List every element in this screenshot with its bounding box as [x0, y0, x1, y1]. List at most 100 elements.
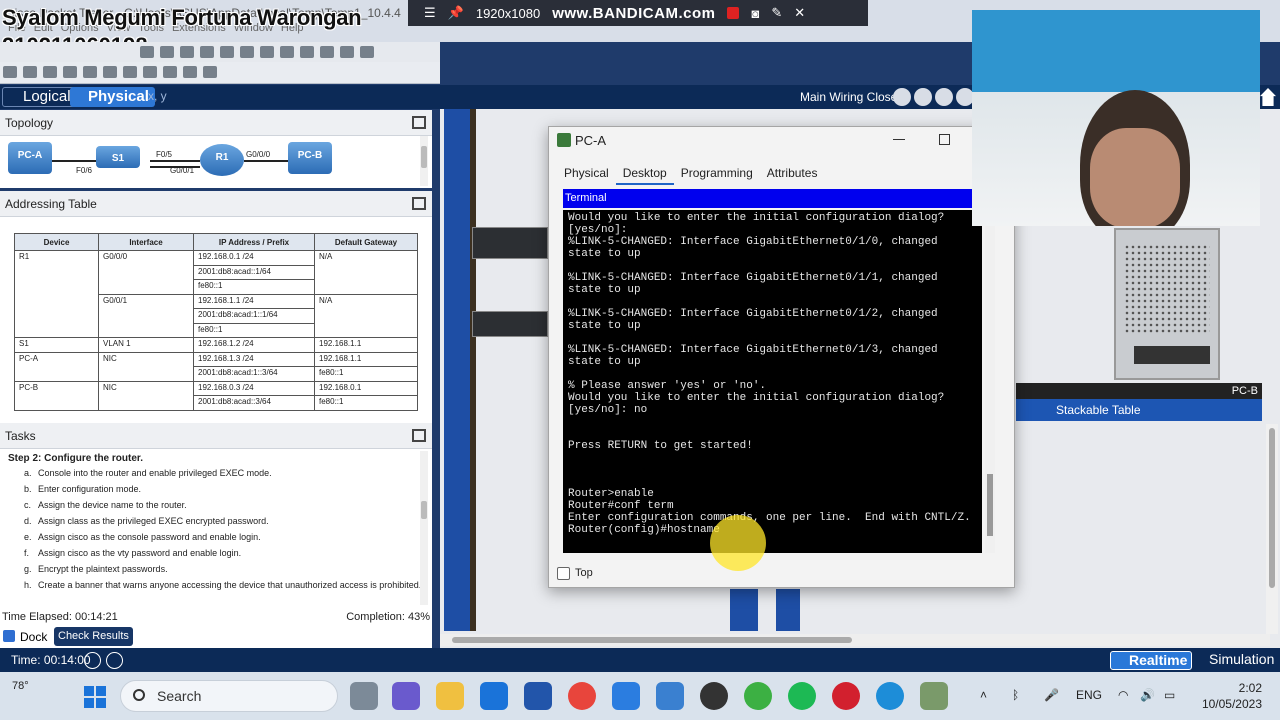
bluetooth-icon[interactable]: ᛒ: [1012, 688, 1019, 702]
topology-header: Topology: [0, 110, 432, 136]
terminal-output[interactable]: Would you like to enter the initial conf…: [563, 210, 982, 553]
tab-logical[interactable]: Logical: [2, 87, 78, 107]
dock-checkbox[interactable]: [3, 630, 15, 642]
note-icon[interactable]: [83, 66, 97, 78]
simulation-button[interactable]: Simulation: [1193, 651, 1274, 670]
recorder-icon[interactable]: [744, 682, 772, 710]
tab-programming[interactable]: Programming: [674, 163, 760, 185]
mail-icon[interactable]: [480, 682, 508, 710]
redo-icon[interactable]: [240, 46, 254, 58]
task-text: Assign class as the privileged EXEC encr…: [38, 516, 269, 526]
check-results-button[interactable]: Check Results: [54, 627, 133, 646]
powerautomate-icon[interactable]: [524, 682, 552, 710]
top-checkbox[interactable]: [557, 567, 570, 580]
delete-icon[interactable]: [43, 66, 57, 78]
tab-desktop[interactable]: Desktop: [615, 163, 674, 185]
zoom-reset-icon[interactable]: [280, 46, 294, 58]
close-icon[interactable]: ✕: [794, 5, 805, 21]
task-text: Assign cisco as the vty password and ena…: [38, 548, 242, 558]
undo-icon[interactable]: [220, 46, 234, 58]
canvas-vertical-scrollbar[interactable]: [1266, 424, 1278, 634]
tab-physical[interactable]: Physical: [70, 87, 155, 107]
view-icon[interactable]: [360, 46, 374, 58]
search-label: Search: [157, 688, 202, 704]
router-r1-rack[interactable]: [472, 227, 548, 259]
stackable-table[interactable]: Stackable Table: [1016, 399, 1262, 421]
stop-record-icon[interactable]: [727, 7, 740, 19]
undock-icon[interactable]: [412, 197, 426, 210]
terminal-line: Would you like to enter the initial conf…: [568, 212, 945, 224]
freeform-icon[interactable]: [163, 66, 177, 78]
palette-icon[interactable]: [320, 46, 334, 58]
opera-icon[interactable]: [832, 682, 860, 710]
resize-icon[interactable]: [63, 66, 77, 78]
activity-wizard-icon[interactable]: [160, 46, 174, 58]
task-view-icon[interactable]: [350, 682, 378, 710]
switch-s1-rack[interactable]: [472, 311, 548, 337]
line-icon[interactable]: [103, 66, 117, 78]
start-icon[interactable]: [84, 686, 106, 708]
spotify-icon[interactable]: [788, 682, 816, 710]
vscode-icon[interactable]: [612, 682, 640, 710]
add-pdu-icon[interactable]: [183, 66, 197, 78]
undock-icon[interactable]: [412, 116, 426, 129]
inspect-icon[interactable]: [23, 66, 37, 78]
taskbar-search[interactable]: Search: [120, 680, 338, 712]
ellipse-icon[interactable]: [143, 66, 157, 78]
maximize-button[interactable]: [939, 134, 950, 145]
copy-icon[interactable]: [180, 46, 194, 58]
tasks-scrollbar[interactable]: [420, 451, 428, 605]
teams-icon[interactable]: [392, 682, 420, 710]
realtime-button[interactable]: Realtime: [1110, 651, 1193, 670]
packet-tracer-icon[interactable]: [920, 682, 948, 710]
fast-forward-icon[interactable]: [106, 652, 123, 669]
navigation-icon[interactable]: [893, 88, 911, 106]
topology-diagram: PC-A S1 R1 PC-B F0/6 F0/5 G0/0/1 G0/0/0: [0, 136, 432, 188]
custom-device-icon[interactable]: [340, 46, 354, 58]
pin-icon[interactable]: 📌: [448, 5, 464, 21]
app-icon[interactable]: [656, 682, 684, 710]
print-icon[interactable]: [140, 46, 154, 58]
menu-icon[interactable]: ☰: [424, 5, 436, 21]
home-icon[interactable]: [1260, 88, 1276, 106]
hs-icon[interactable]: [700, 682, 728, 710]
power-cycle-icon[interactable]: [84, 652, 101, 669]
camera-icon[interactable]: ◙: [751, 6, 759, 21]
add-complex-pdu-icon[interactable]: [203, 66, 217, 78]
undock-icon[interactable]: [412, 429, 426, 442]
wifi-icon[interactable]: ◠: [1118, 688, 1128, 702]
back-icon[interactable]: [914, 88, 932, 106]
taskbar-clock[interactable]: 2:02 10/05/2023: [1198, 680, 1262, 712]
language-indicator[interactable]: ENG: [1076, 688, 1102, 702]
pen-icon[interactable]: ✎: [771, 5, 782, 21]
zoom-out-icon[interactable]: [300, 46, 314, 58]
chevron-up-icon[interactable]: ˄: [980, 688, 987, 702]
zoom-in-icon[interactable]: [260, 46, 274, 58]
task-text: Assign cisco as the console password and…: [38, 532, 261, 542]
weather-widget[interactable]: 78°: [12, 680, 29, 692]
select-icon[interactable]: [3, 66, 17, 78]
cell-device: S1: [14, 337, 99, 353]
new-cluster-icon[interactable]: [935, 88, 953, 106]
rectangle-icon[interactable]: [123, 66, 137, 78]
chrome-icon[interactable]: [568, 682, 596, 710]
topology-scrollbar[interactable]: [420, 136, 428, 186]
cell-device: R1: [14, 250, 99, 338]
paste-icon[interactable]: [200, 46, 214, 58]
file-explorer-icon[interactable]: [436, 682, 464, 710]
minimize-button[interactable]: [893, 139, 905, 140]
microphone-icon[interactable]: 🎤: [1044, 688, 1059, 702]
canvas-horizontal-scrollbar[interactable]: [440, 634, 1270, 646]
link-label: G0/0/0: [246, 150, 271, 159]
task-letter: a.: [24, 468, 32, 478]
battery-icon[interactable]: ▭: [1164, 688, 1175, 702]
pc-b-device[interactable]: [1114, 228, 1220, 380]
edge-icon[interactable]: [876, 682, 904, 710]
tab-attributes[interactable]: Attributes: [760, 163, 825, 185]
task-text: Assign the device name to the router.: [38, 500, 187, 510]
tab-physical[interactable]: Physical: [557, 163, 616, 185]
volume-icon[interactable]: 🔊: [1140, 688, 1155, 702]
terminal-scrollbar[interactable]: [985, 210, 995, 553]
cell-ip: 2001:db8:acad:1::3/64: [193, 366, 315, 382]
